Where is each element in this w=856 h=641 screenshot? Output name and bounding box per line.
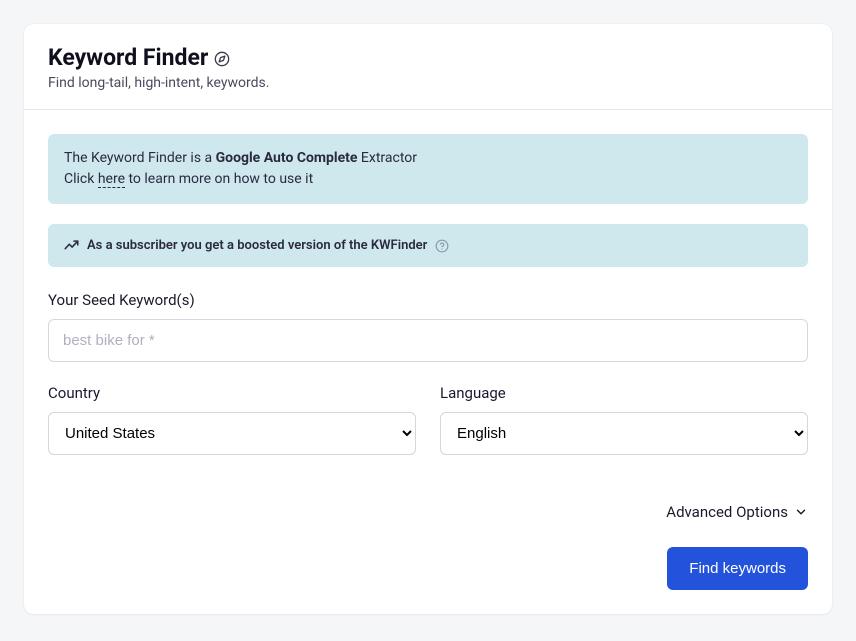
card-header: Keyword Finder Find long-tail, high-inte…	[24, 24, 832, 110]
learn-more-link[interactable]: here	[98, 171, 125, 188]
language-label: Language	[440, 384, 808, 402]
language-select[interactable]: English	[440, 412, 808, 455]
country-label: Country	[48, 384, 416, 402]
find-keywords-button[interactable]: Find keywords	[667, 547, 808, 590]
info-line-1: The Keyword Finder is a Google Auto Comp…	[64, 148, 792, 169]
card-body: The Keyword Finder is a Google Auto Comp…	[24, 110, 832, 614]
advanced-options-label: Advanced Options	[666, 503, 788, 521]
info-banner: The Keyword Finder is a Google Auto Comp…	[48, 134, 808, 204]
info-line2-suffix: to learn more on how to use it	[125, 171, 313, 187]
boost-text: As a subscriber you get a boosted versio…	[87, 238, 427, 253]
advanced-options-toggle[interactable]: Advanced Options	[48, 503, 808, 521]
seed-keyword-group: Your Seed Keyword(s)	[48, 291, 808, 362]
info-line-2: Click here to learn more on how to use i…	[64, 169, 792, 190]
info-line2-prefix: Click	[64, 171, 98, 187]
seed-keyword-input[interactable]	[48, 319, 808, 362]
country-language-row: Country United States Language English	[48, 384, 808, 477]
title-row: Keyword Finder	[48, 44, 808, 71]
chevron-down-icon	[794, 505, 808, 519]
keyword-finder-card: Keyword Finder Find long-tail, high-inte…	[24, 24, 832, 614]
info-prefix: The Keyword Finder is a	[64, 150, 216, 166]
help-circle-icon[interactable]	[435, 239, 449, 253]
info-bold: Google Auto Complete	[216, 150, 358, 166]
language-group: Language English	[440, 384, 808, 455]
country-group: Country United States	[48, 384, 416, 455]
country-select[interactable]: United States	[48, 412, 416, 455]
trending-up-icon	[64, 238, 79, 253]
page-subtitle: Find long-tail, high-intent, keywords.	[48, 75, 808, 91]
seed-keyword-label: Your Seed Keyword(s)	[48, 291, 808, 309]
page-title: Keyword Finder	[48, 44, 208, 71]
button-row: Find keywords	[48, 547, 808, 590]
compass-icon	[214, 51, 230, 67]
info-suffix: Extractor	[357, 150, 417, 166]
boost-banner: As a subscriber you get a boosted versio…	[48, 224, 808, 267]
